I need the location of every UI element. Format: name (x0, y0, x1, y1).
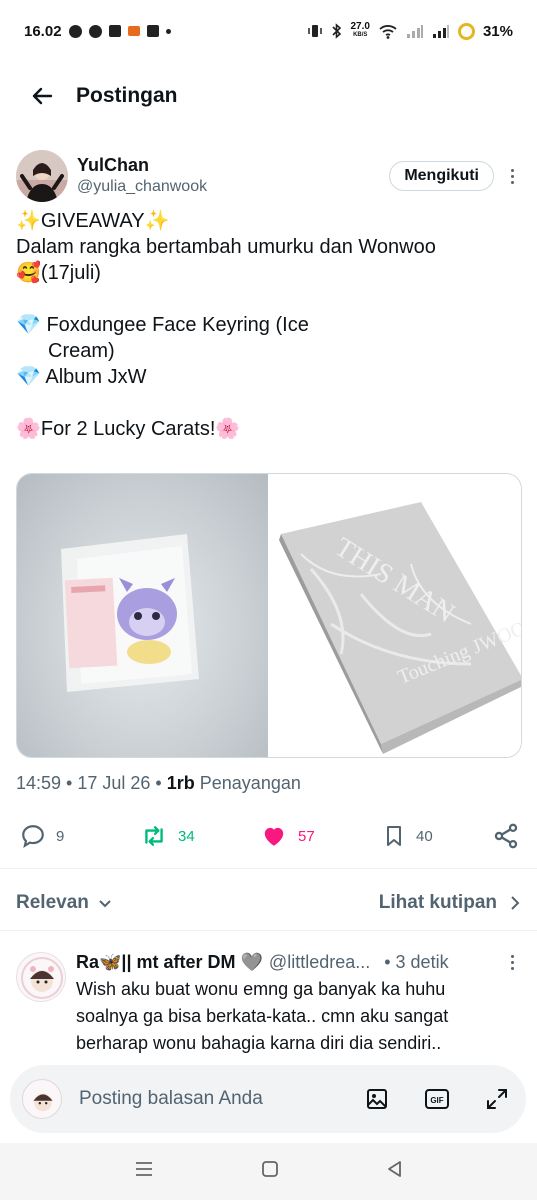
expand-icon (487, 1089, 507, 1109)
vibrate-icon (307, 25, 322, 37)
battery-icon (457, 22, 475, 40)
back-button[interactable] (28, 82, 56, 110)
tweet-text-line: 🌸For 2 Lucky Carats!🌸 (16, 418, 241, 440)
reply-text-line: Wish aku buat wonu emng ga banyak ka huh… (76, 979, 446, 999)
reply-time: • 3 detik (384, 952, 449, 972)
tweet-text-line: Cream) (48, 340, 115, 362)
menu-lines-icon (135, 1162, 152, 1176)
shopping-bag-icon (108, 25, 121, 37)
image-icon (367, 1089, 387, 1109)
tweet-author-row: YulChan @yulia_chanwook Mengikuti (16, 146, 522, 206)
system-back-button[interactable] (386, 1160, 404, 1183)
bookmark-button[interactable]: 40 (382, 823, 433, 849)
repost-button[interactable]: 34 (140, 823, 195, 849)
reply-icon (22, 825, 44, 849)
recent-apps-button[interactable] (134, 1160, 154, 1183)
view-quotes-link[interactable]: Lihat kutipan (379, 892, 521, 914)
line-app-icon (88, 24, 102, 38)
view-quotes-label: Lihat kutipan (378, 892, 497, 913)
image-button[interactable] (364, 1086, 390, 1112)
signal-icon-2 (432, 25, 449, 38)
tweet-text-line: Dalam rangka bertambah umurku dan Wonwoo (16, 236, 436, 258)
like-count: 57 (298, 827, 315, 845)
tweet-text-line: 💎 Foxdungee Face Keyring (Ice (16, 314, 309, 336)
gif-icon: GIF (425, 1089, 449, 1109)
author-name[interactable]: YulChan (77, 154, 389, 176)
like-button[interactable]: 57 (260, 823, 315, 849)
tweet-time: 14:59 (16, 773, 62, 793)
home-button[interactable] (261, 1160, 279, 1183)
divider (0, 868, 537, 869)
media-photo-album[interactable]: THIS MAN Touching JWOO (270, 474, 521, 757)
reply-count: 9 (56, 827, 65, 845)
author-handle[interactable]: @yulia_chanwook (77, 176, 389, 198)
reply-body: Ra🦋|| mt after DM 🩶 @littledrea... • 3 d… (76, 948, 522, 1057)
reply-more-options-icon[interactable] (502, 954, 522, 970)
wifi-icon (379, 25, 397, 39)
tweet-date: 17 Jul 26 (77, 773, 151, 793)
following-button[interactable]: Mengikuti (389, 161, 494, 191)
tweet-text-line: ✨GIVEAWAY✨ (16, 210, 170, 232)
page-title: Postingan (76, 84, 178, 107)
system-navigation-bar (0, 1143, 537, 1200)
author-info: YulChan @yulia_chanwook (77, 154, 389, 198)
chevron-down-icon (99, 900, 111, 908)
reply-composer[interactable]: Posting balasan Anda GIF (10, 1065, 526, 1133)
heart-icon (264, 827, 284, 846)
reply-avatar[interactable] (16, 952, 66, 1002)
replies-sort-row: Relevan Lihat kutipan (16, 888, 521, 918)
chevron-right-icon (511, 896, 520, 910)
author-avatar[interactable] (16, 150, 68, 202)
capcut-icon (146, 25, 159, 37)
page-header: Postingan (0, 62, 537, 130)
reply-input[interactable]: Posting balasan Anda (79, 1088, 330, 1110)
repost-count: 34 (178, 827, 195, 845)
reply-text-line: soalnya ga bisa berkata-kata.. cmn aku s… (76, 1006, 449, 1026)
shopee-icon (127, 26, 140, 36)
composer-avatar (22, 1079, 62, 1119)
more-options-icon[interactable] (502, 168, 522, 184)
network-speed: 27.0 KB/S (350, 21, 370, 39)
back-triangle-icon (387, 1161, 401, 1177)
status-bar: 16.02 27.0 KB/S 31% (0, 0, 537, 62)
reply-author-name[interactable]: Ra🦋|| mt after DM 🩶 (76, 948, 263, 976)
whatsapp-icon (68, 24, 82, 38)
back-arrow-icon (32, 87, 53, 105)
reply-header: Ra🦋|| mt after DM 🩶 @littledrea... • 3 d… (76, 948, 522, 976)
share-icon (494, 823, 518, 849)
tweet: YulChan @yulia_chanwook Mengikuti ✨GIVEA… (16, 146, 522, 442)
tweet-meta: 14:59 • 17 Jul 26 • 1rb Penayangan (16, 773, 301, 793)
tweet-text: ✨GIVEAWAY✨ Dalam rangka bertambah umurku… (16, 208, 522, 442)
signal-icon-1 (406, 25, 423, 38)
bookmark-count: 40 (416, 827, 433, 845)
tweet-media-grid: THIS MAN Touching JWOO (16, 473, 522, 758)
divider (0, 930, 537, 931)
repost-icon (145, 826, 163, 846)
sort-label: Relevan (16, 892, 89, 913)
reply-text: Wish aku buat wonu emng ga banyak ka huh… (76, 976, 522, 1057)
reply-button[interactable]: 9 (20, 823, 64, 849)
media-photo-keyring[interactable] (17, 474, 268, 757)
sort-dropdown[interactable]: Relevan (16, 892, 113, 914)
reply-text-line: berharap wonu bahagia karna diri dia sen… (76, 1033, 442, 1053)
more-notifications-dot-icon (165, 28, 171, 34)
gif-label: GIF (430, 1096, 443, 1105)
views-label: Penayangan (199, 773, 301, 793)
tweet-text-line: 🥰(17juli) (16, 262, 101, 284)
tweet-text-line: 💎 Album JxW (16, 366, 147, 388)
gif-button[interactable]: GIF (424, 1086, 450, 1112)
share-button[interactable] (492, 822, 520, 850)
battery-percent: 31% (482, 22, 513, 40)
home-square-icon (261, 1161, 278, 1177)
expand-button[interactable] (484, 1086, 510, 1112)
bluetooth-icon (331, 23, 341, 39)
bookmark-icon (387, 826, 401, 846)
tweet-actions: 9 34 57 40 (20, 820, 520, 852)
views-count: 1rb (166, 773, 195, 793)
status-time: 16.02 (24, 22, 62, 40)
reply-author-handle[interactable]: @littledrea... (269, 948, 370, 976)
